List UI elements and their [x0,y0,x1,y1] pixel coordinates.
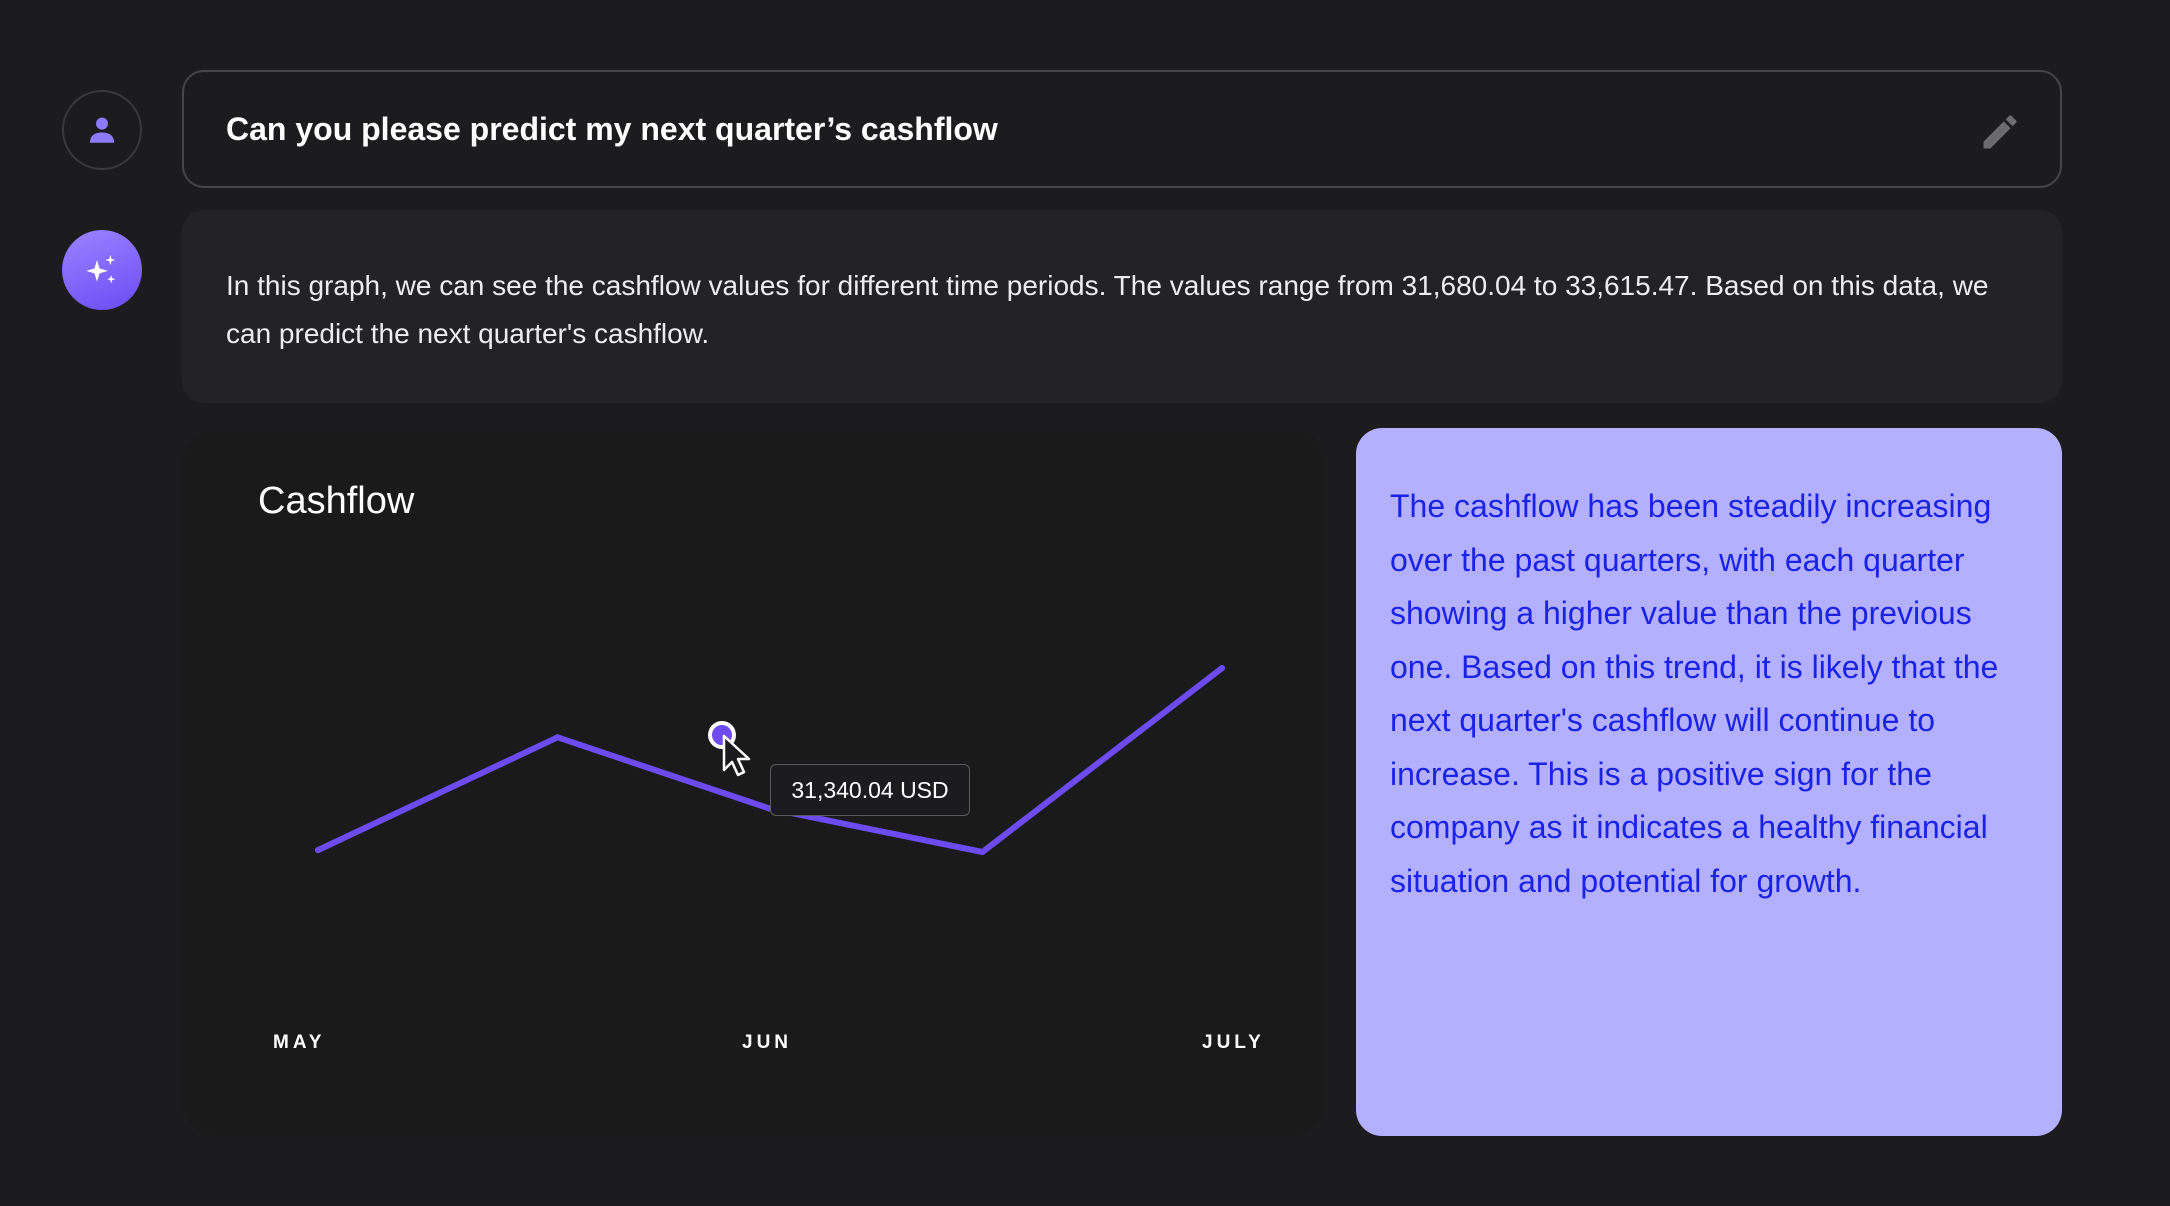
x-tick-label: JUN [742,1032,793,1053]
data-point[interactable] [1219,665,1225,672]
prompt-text: Can you please predict my next quarter’s… [226,110,998,147]
data-point[interactable] [554,734,561,741]
user-prompt: Can you please predict my next quarter’s… [182,70,2062,188]
mouse-cursor-icon [722,734,751,777]
x-tick-label: JULY [1202,1032,1265,1053]
assistant-avatar [62,230,142,310]
insight-card: The cashflow has been steadily increasin… [1356,428,2062,1136]
data-point[interactable] [979,848,986,855]
value-tooltip: 31,340.04 USD [770,764,970,816]
pencil-icon [1983,115,2017,149]
edit-prompt-button[interactable] [1978,110,2022,154]
sparkles-icon [86,255,116,284]
insight-text: The cashflow has been steadily increasin… [1390,488,1999,899]
x-tick-label: MAY [273,1032,326,1053]
person-icon [89,117,115,143]
assistant-answer: In this graph, we can see the cashflow v… [182,210,2062,403]
cashflow-chart-card: Cashflow 31,340.04 USD MAY JUN JULY [182,428,1326,1136]
user-avatar [62,90,142,170]
chart-title: Cashflow [258,480,415,522]
series-line [315,665,1225,855]
cashflow-chart [315,665,1225,855]
data-point[interactable] [315,847,321,854]
answer-text: In this graph, we can see the cashflow v… [226,270,1989,349]
